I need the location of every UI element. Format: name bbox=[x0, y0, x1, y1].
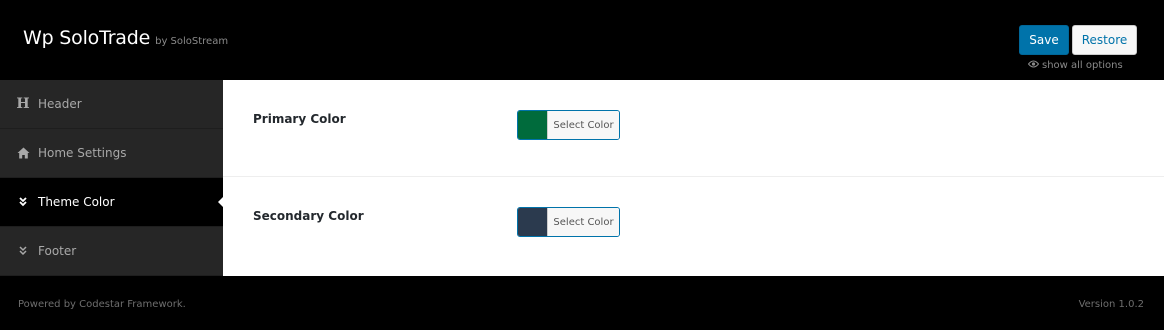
field-label: Secondary Color bbox=[253, 209, 364, 223]
show-all-options-link[interactable]: show all options bbox=[1027, 60, 1123, 71]
secondary-color-picker-button[interactable]: Select Color bbox=[517, 207, 620, 237]
color-swatch bbox=[518, 111, 548, 139]
show-all-label: show all options bbox=[1042, 60, 1123, 71]
sidebar-item-label: Home Settings bbox=[38, 146, 127, 160]
chevron-double-down-icon bbox=[16, 195, 30, 209]
primary-color-field: Primary Color Select Color bbox=[223, 80, 1164, 177]
color-swatch bbox=[518, 208, 548, 236]
eye-icon bbox=[1027, 60, 1040, 71]
sidebar-item-footer[interactable]: Footer bbox=[0, 227, 223, 276]
sidebar-item-label: Footer bbox=[38, 244, 77, 258]
top-header: Wp SoloTrade by SoloStream Save Restore … bbox=[0, 0, 1164, 80]
secondary-color-field: Secondary Color Select Color bbox=[223, 177, 1164, 274]
sidebar: H Header Home Settings Theme Color Foote… bbox=[0, 80, 224, 276]
sidebar-item-label: Header bbox=[38, 97, 82, 111]
powered-by-text: Powered by Codestar Framework. bbox=[18, 299, 186, 310]
footer: Powered by Codestar Framework. Version 1… bbox=[0, 276, 1164, 330]
primary-color-picker-button[interactable]: Select Color bbox=[517, 110, 620, 140]
app-author: by SoloStream bbox=[155, 36, 229, 47]
heading-icon: H bbox=[16, 96, 30, 112]
field-label: Primary Color bbox=[253, 112, 346, 126]
select-color-label: Select Color bbox=[548, 111, 619, 139]
version-text: Version 1.0.2 bbox=[1078, 299, 1144, 310]
home-icon bbox=[16, 146, 30, 160]
save-button[interactable]: Save bbox=[1019, 25, 1069, 55]
brand: Wp SoloTrade by SoloStream bbox=[23, 27, 228, 49]
sidebar-item-home-settings[interactable]: Home Settings bbox=[0, 129, 223, 178]
select-color-label: Select Color bbox=[548, 208, 619, 236]
settings-panel: Primary Color Select Color Secondary Col… bbox=[223, 80, 1164, 276]
sidebar-item-header[interactable]: H Header bbox=[0, 80, 223, 129]
app-title: Wp SoloTrade bbox=[23, 27, 151, 49]
chevron-double-down-icon bbox=[16, 244, 30, 258]
restore-button[interactable]: Restore bbox=[1072, 25, 1137, 55]
sidebar-item-label: Theme Color bbox=[38, 195, 115, 209]
sidebar-item-theme-color[interactable]: Theme Color bbox=[0, 178, 224, 227]
